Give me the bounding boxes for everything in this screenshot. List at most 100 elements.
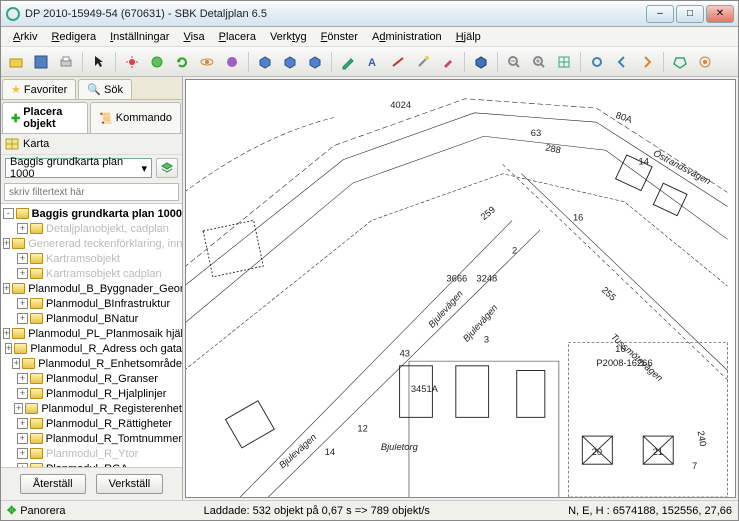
menu-fonster[interactable]: Fönster: [315, 29, 364, 45]
tree-item[interactable]: + Planmodul_R_Adress och gata: [1, 341, 182, 356]
tree-item[interactable]: + Planmodul_R_Rättigheter: [1, 416, 182, 431]
tool-target-icon[interactable]: [694, 51, 716, 73]
tool-cube2-icon[interactable]: [279, 51, 301, 73]
tree-toggle[interactable]: +: [12, 358, 20, 369]
tool-explode-icon[interactable]: [121, 51, 143, 73]
tool-text-icon[interactable]: A: [362, 51, 384, 73]
tool-zoom-in-icon[interactable]: [528, 51, 550, 73]
tree-toggle[interactable]: +: [3, 328, 10, 339]
tree-item[interactable]: +Planmodul_R_Hjalplinjer: [1, 386, 182, 401]
tool-pan-icon[interactable]: [553, 51, 575, 73]
minimize-button[interactable]: –: [646, 5, 674, 23]
tool-zoom-out-icon[interactable]: [503, 51, 525, 73]
tree-item[interactable]: +Planmodul_R_Tomtnummer: [1, 431, 182, 446]
tool-back-icon[interactable]: [611, 51, 633, 73]
menu-visa[interactable]: Visa: [177, 29, 210, 45]
tool-sphere-icon[interactable]: [221, 51, 243, 73]
menu-installningar[interactable]: Inställningar: [104, 29, 175, 45]
tab-favoriter[interactable]: ★Favoriter: [2, 79, 76, 99]
tree-label: Planmodul_R_Rättigheter: [46, 418, 172, 430]
layer-tree[interactable]: -Baggis grundkarta plan 1000+Detaljplano…: [1, 203, 182, 467]
tree-item[interactable]: +Planmodul_PL_Planmosaik hjälplinjer: [1, 326, 182, 341]
window-buttons: – □ ✕: [646, 5, 734, 23]
tree-item[interactable]: +Planmodul_B_Byggnader_Geometri: [1, 281, 182, 296]
close-button[interactable]: ✕: [706, 5, 734, 23]
tree-item[interactable]: +Planmodul_BNatur: [1, 311, 182, 326]
folder-icon: [30, 223, 43, 234]
label-bjulevagen2: Bjulevägen: [461, 303, 499, 344]
menu-verktyg[interactable]: Verktyg: [264, 29, 313, 45]
tab-placera-objekt[interactable]: ✚Placera objekt: [2, 102, 88, 133]
tree-toggle[interactable]: +: [17, 253, 28, 264]
tree-toggle[interactable]: +: [17, 298, 28, 309]
tree-toggle[interactable]: +: [17, 418, 28, 429]
folder-icon: [14, 343, 27, 354]
tool-box-icon[interactable]: [470, 51, 492, 73]
tool-orbit-icon[interactable]: [196, 51, 218, 73]
maximize-button[interactable]: □: [676, 5, 704, 23]
tree-label: Planmodul_R_Adress och gata: [30, 343, 182, 355]
tree-toggle[interactable]: +: [17, 313, 28, 324]
tree-toggle[interactable]: +: [17, 448, 28, 459]
tree-toggle[interactable]: +: [17, 223, 28, 234]
label-20: 20: [592, 447, 602, 457]
map-icon: [5, 137, 19, 151]
tree-item[interactable]: +Planmodul_R_Granser: [1, 371, 182, 386]
tool-save-icon[interactable]: [30, 51, 52, 73]
tool-folder-icon[interactable]: [5, 51, 27, 73]
tree-item[interactable]: +Detaljplanobjekt, cadplan: [1, 221, 182, 236]
tab-sok[interactable]: 🔍Sök: [78, 79, 132, 99]
tree-toggle[interactable]: +: [3, 238, 10, 249]
map-canvas[interactable]: 4024 80A 288 63 14 Östrandsvägen 259 366…: [185, 79, 736, 498]
search-icon: 🔍: [87, 83, 101, 96]
tool-print-icon[interactable]: [55, 51, 77, 73]
kart-row: Karta: [1, 134, 182, 155]
tree-toggle[interactable]: +: [14, 403, 23, 414]
tree-item[interactable]: +Kartramsobjekt cadplan: [1, 266, 182, 281]
tool-globe-icon[interactable]: [146, 51, 168, 73]
menu-hjalp[interactable]: Hjälp: [450, 29, 487, 45]
map-combo[interactable]: Baggis grundkarta plan 1000▾: [5, 158, 152, 178]
tool-brush-icon[interactable]: [437, 51, 459, 73]
folder-icon: [30, 418, 43, 429]
tool-measure-icon[interactable]: [387, 51, 409, 73]
sidebar: ★Favoriter 🔍Sök ✚Placera objekt 📜Kommand…: [1, 77, 183, 500]
tree-toggle[interactable]: +: [17, 433, 28, 444]
label-ostrand: Östrandsvägen: [652, 148, 713, 187]
filter-input[interactable]: [4, 183, 179, 201]
tool-refresh-icon[interactable]: [171, 51, 193, 73]
tree-item[interactable]: +Planmodul_R_Registerenhet: [1, 401, 182, 416]
layers-button[interactable]: [156, 158, 178, 178]
tree-item[interactable]: +Planmodul_R_Ytor: [1, 446, 182, 461]
tree-item[interactable]: -Baggis grundkarta plan 1000: [1, 206, 182, 221]
tree-toggle[interactable]: +: [17, 373, 28, 384]
menu-placera[interactable]: Placera: [213, 29, 262, 45]
tool-cycle-icon[interactable]: [586, 51, 608, 73]
folder-icon: [30, 253, 43, 264]
apply-button[interactable]: Verkställ: [96, 474, 164, 494]
tool-cube1-icon[interactable]: [254, 51, 276, 73]
tool-pointer-icon[interactable]: [88, 51, 110, 73]
tree-item[interactable]: +Genererad teckenförklaring, innehåll: [1, 236, 182, 251]
tree-item[interactable]: +Planmodul_BInfrastruktur: [1, 296, 182, 311]
tree-toggle[interactable]: +: [17, 388, 28, 399]
menu-redigera[interactable]: Redigera: [45, 29, 102, 45]
folder-icon: [30, 313, 43, 324]
menu-arkiv[interactable]: Arkiv: [7, 29, 43, 45]
tool-wand-icon[interactable]: [412, 51, 434, 73]
tree-item[interactable]: +Kartramsobjekt: [1, 251, 182, 266]
tool-shape-icon[interactable]: [669, 51, 691, 73]
tree-toggle[interactable]: -: [3, 208, 14, 219]
menu-administration[interactable]: Administration: [366, 29, 448, 45]
tree-toggle[interactable]: +: [3, 283, 10, 294]
tree-toggle[interactable]: +: [17, 268, 28, 279]
tree-item[interactable]: +Planmodul_R_Enhetsområde: [1, 356, 182, 371]
reset-button[interactable]: Återställ: [20, 474, 86, 494]
tool-forward-icon[interactable]: [636, 51, 658, 73]
tool-cube3-icon[interactable]: [304, 51, 326, 73]
folder-icon: [12, 238, 25, 249]
tool-pen-icon[interactable]: [337, 51, 359, 73]
tab-kommando[interactable]: 📜Kommando: [90, 102, 181, 133]
tree-toggle[interactable]: +: [5, 343, 12, 354]
folder-icon: [30, 448, 43, 459]
